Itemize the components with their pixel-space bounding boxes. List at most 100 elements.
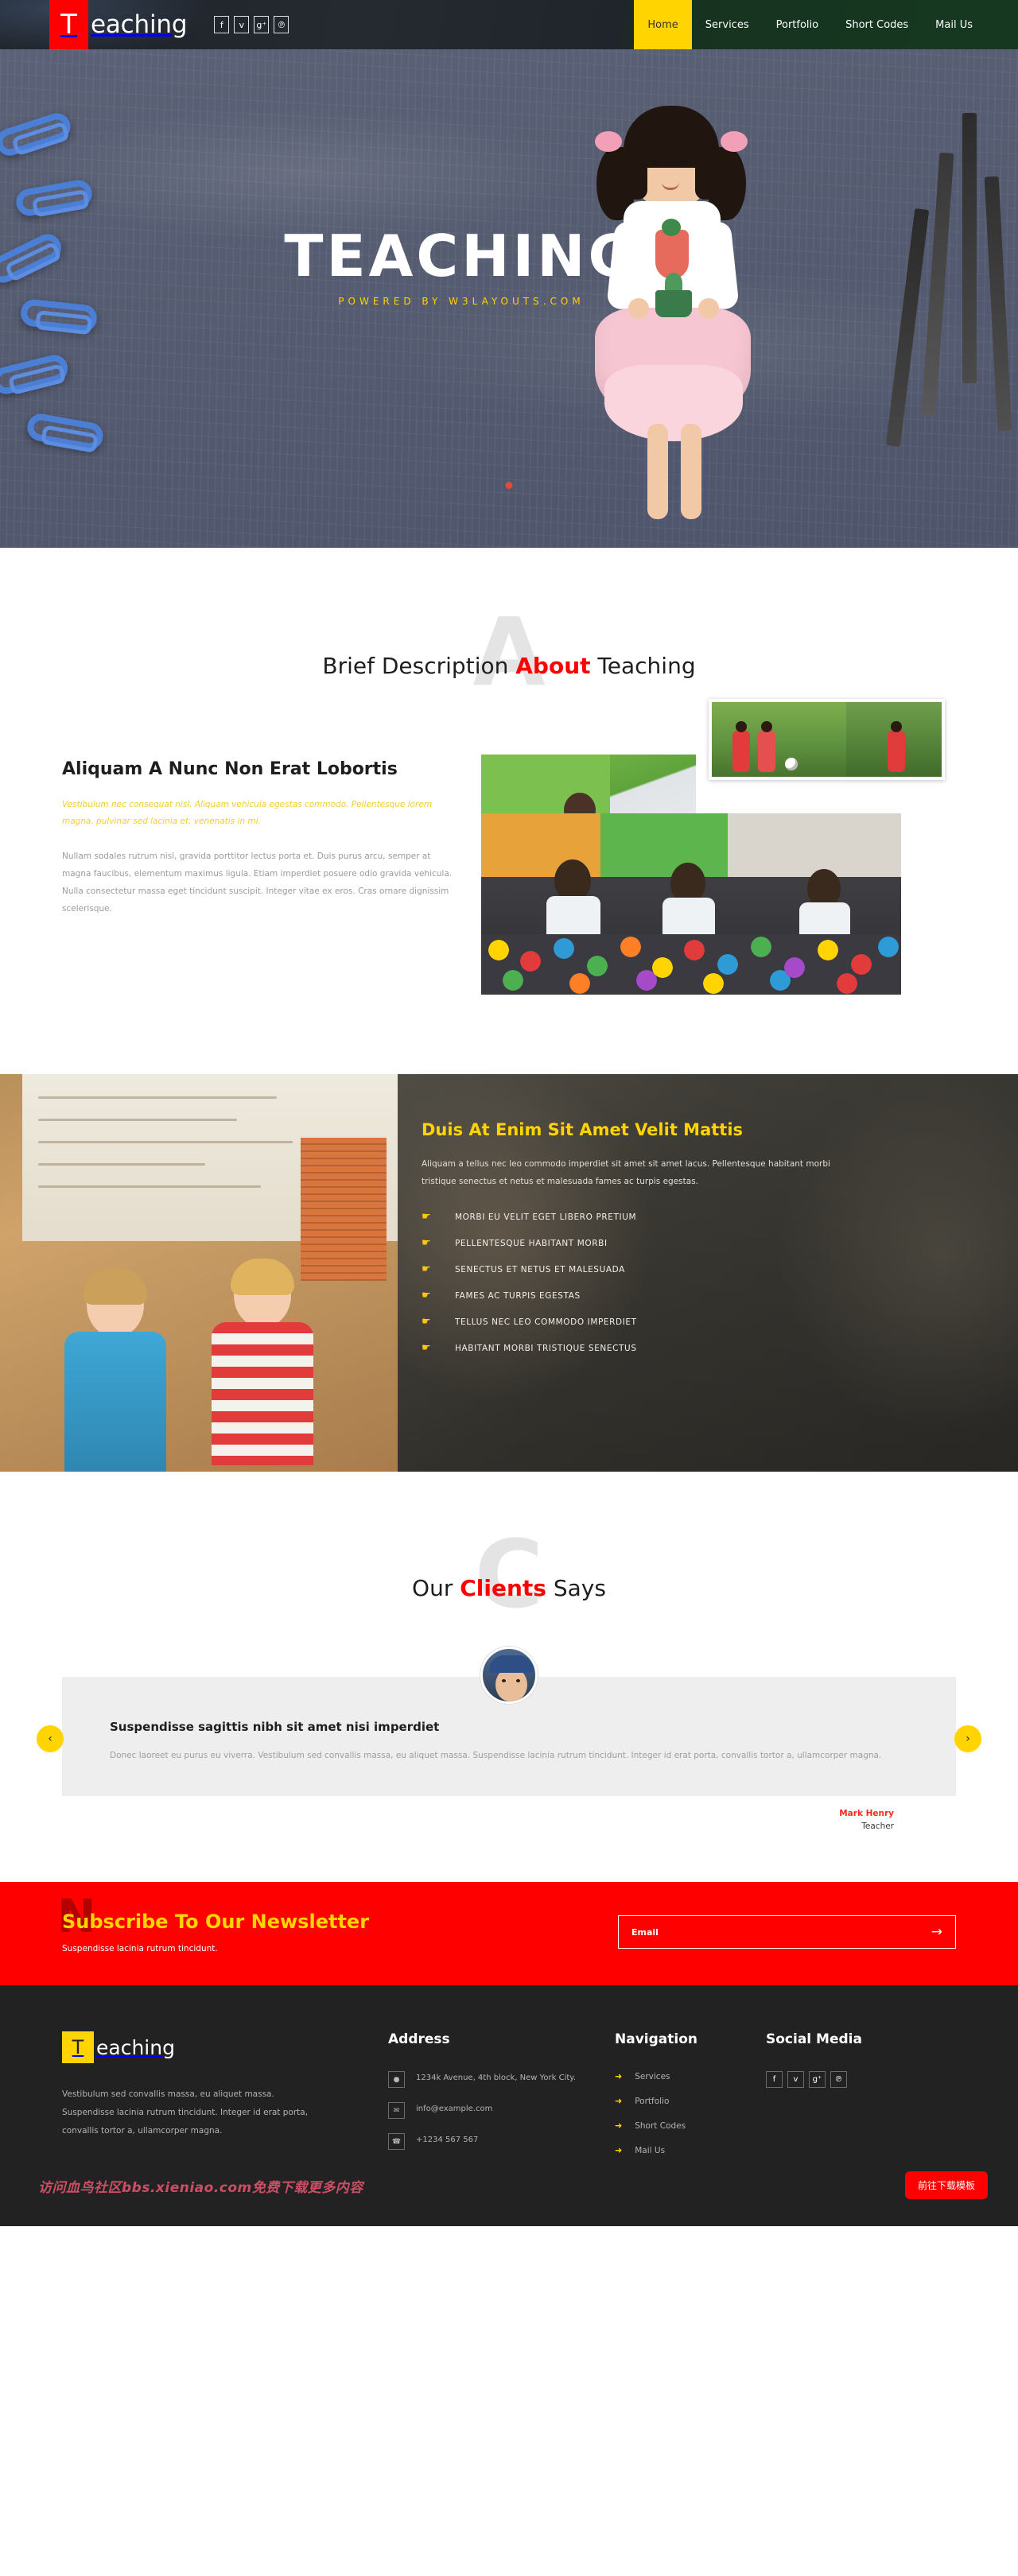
list-item-label: PELLENTESQUE HABITANT MORBI: [455, 1238, 608, 1248]
list-item[interactable]: ☛ MORBI EU VELIT EGET LIBERO PRETIUM: [422, 1211, 970, 1223]
testimonial-author-name: Mark Henry: [839, 1809, 894, 1819]
newsletter-submit-button[interactable]: →: [931, 1925, 942, 1939]
arrow-right-icon: ➜: [615, 2096, 623, 2107]
list-item[interactable]: ➜ Mail Us: [615, 2145, 766, 2155]
about-section-title: Brief Description About Teaching: [0, 616, 1018, 679]
band-text-area: Duis At Enim Sit Amet Velit Mattis Aliqu…: [398, 1074, 1018, 1472]
clients-title-post: Says: [546, 1575, 606, 1601]
nav-item-short-codes[interactable]: Short Codes: [832, 0, 922, 49]
footer-logo[interactable]: T eaching: [62, 2031, 388, 2064]
site-footer: T eaching Vestibulum sed convallis massa…: [0, 1985, 1018, 2227]
list-item[interactable]: ☛ PELLENTESQUE HABITANT MORBI: [422, 1237, 970, 1249]
arrow-right-icon: ➜: [615, 2120, 623, 2132]
avatar: [480, 1647, 538, 1704]
nav-item-services[interactable]: Services: [692, 0, 763, 49]
list-item[interactable]: ☛ TELLUS NEC LEO COMMODO IMPERDIET: [422, 1316, 970, 1328]
pointing-hand-icon: ☛: [422, 1316, 432, 1329]
footer-nav-link[interactable]: Portfolio: [635, 2097, 669, 2106]
nav-item-home[interactable]: Home: [634, 0, 692, 49]
about-heading: Aliquam A Nunc Non Erat Lobortis: [62, 759, 398, 779]
clients-section-title: Our Clients Says: [0, 1538, 1018, 1601]
testimonial-author-role: Teacher: [861, 1821, 894, 1832]
footer-address-column: Address ● 1234k Avenue, 4th block, New Y…: [388, 2031, 615, 2170]
about-image-collage: [481, 699, 956, 1074]
list-item[interactable]: ☛ SENECTUS ET NETUS ET MALESUADA: [422, 1263, 970, 1275]
footer-logo-initial: T: [62, 2031, 94, 2064]
about-heading-block: A Brief Description About Teaching: [0, 605, 1018, 704]
phone-icon: ☎: [388, 2133, 405, 2151]
clients-title-highlight: Clients: [460, 1575, 546, 1601]
download-template-button[interactable]: 前往下载模板: [904, 2171, 988, 2200]
testimonial-next-button[interactable]: ›: [954, 1725, 981, 1753]
band-heading: Duis At Enim Sit Amet Velit Mattis: [422, 1120, 744, 1139]
google-plus-icon[interactable]: g⁺: [254, 16, 270, 33]
pointing-hand-icon: ☛: [422, 1263, 432, 1276]
logo-initial: T: [49, 0, 88, 49]
list-item[interactable]: ☛ HABITANT MORBI TRISTIQUE SENECTUS: [422, 1342, 970, 1354]
testimonial-author: Mark Henry Teacher: [62, 1796, 956, 1831]
hero-banner: TEACHING POWERED BY W3LAYOUTS.COM: [0, 49, 1018, 548]
footer-nav-link[interactable]: Short Codes: [635, 2121, 686, 2131]
footer-nav-heading: Navigation: [615, 2031, 697, 2048]
features-band: Duis At Enim Sit Amet Velit Mattis Aliqu…: [0, 1074, 1018, 1472]
header-social-links: f ᴠ g⁺ ℗: [214, 16, 289, 33]
band-child-left: [56, 1268, 175, 1472]
band-classroom-photo: [0, 1074, 398, 1472]
pointing-hand-icon: ☛: [422, 1290, 432, 1302]
pointing-hand-icon: ☛: [422, 1237, 432, 1250]
site-watermark: 访问血鸟社区bbs.xieniao.com免费下载更多内容: [38, 2180, 363, 2197]
twitter-icon[interactable]: ᴠ: [787, 2071, 804, 2089]
about-yellow-text: Vestibulum nec consequat nisl. Aliquam v…: [62, 800, 433, 826]
footer-nav-link[interactable]: Mail Us: [635, 2146, 665, 2155]
footer-description: Vestibulum sed convallis massa, eu aliqu…: [62, 2089, 309, 2136]
testimonial-heading: Suspendisse sagittis nibh sit amet nisi …: [110, 1720, 440, 1734]
window-blinds: [301, 1138, 387, 1281]
envelope-icon: ✉: [388, 2102, 405, 2120]
pointing-hand-icon: ☛: [422, 1342, 432, 1355]
testimonials-section: C Our Clients Says ‹ › Suspendisse sagit…: [0, 1472, 1018, 1883]
band-paragraph: Aliquam a tellus nec leo commodo imperdi…: [422, 1159, 830, 1187]
nav-item-portfolio[interactable]: Portfolio: [763, 0, 832, 49]
pinterest-icon[interactable]: ℗: [830, 2071, 847, 2089]
email-field[interactable]: [631, 1926, 931, 1938]
twitter-icon[interactable]: ᴠ: [234, 16, 250, 33]
nav-item-mail-us[interactable]: Mail Us: [922, 0, 986, 49]
newsletter-subtext: Suspendisse lacinia rutrum tincidunt.: [62, 1944, 218, 1954]
band-child-right: [199, 1259, 326, 1472]
google-plus-icon[interactable]: g⁺: [809, 2071, 826, 2089]
footer-phone-text: +1234 567 567: [416, 2136, 479, 2145]
facebook-icon[interactable]: f: [766, 2071, 783, 2089]
pointing-hand-icon: ☛: [422, 1211, 432, 1224]
about-photo-ballpit: [481, 813, 902, 995]
newsletter-heading: Subscribe To Our Newsletter: [62, 1911, 370, 1934]
footer-address-heading: Address: [388, 2031, 450, 2048]
footer-phone-item[interactable]: ☎ +1234 567 567: [388, 2133, 615, 2151]
testimonial-prev-button[interactable]: ‹: [37, 1725, 64, 1753]
footer-social-heading: Social Media: [766, 2031, 862, 2048]
footer-address-text: 1234k Avenue, 4th block, New York City.: [416, 2074, 576, 2083]
hero-subtitle: POWERED BY W3LAYOUTS.COM: [338, 295, 585, 307]
footer-logo-text: eaching: [96, 2035, 175, 2059]
footer-navigation-column: Navigation ➜ Services ➜ Portfolio ➜ Short C…: [615, 2031, 766, 2170]
list-item-label: SENECTUS ET NETUS ET MALESUADA: [455, 1264, 625, 1274]
band-feature-list: ☛ MORBI EU VELIT EGET LIBERO PRETIUM ☛ PEL…: [422, 1211, 970, 1354]
site-logo[interactable]: T eaching: [49, 0, 188, 49]
about-body-text: Nullam sodales rutrum nisl, gravida port…: [62, 852, 453, 914]
list-item[interactable]: ➜ Services: [615, 2071, 766, 2081]
footer-nav-link[interactable]: Services: [635, 2072, 670, 2081]
pinterest-icon[interactable]: ℗: [274, 16, 289, 33]
list-item[interactable]: ☛ FAMES AC TURPIS EGESTAS: [422, 1290, 970, 1302]
newsletter-section: N Subscribe To Our Newsletter Suspendiss…: [0, 1882, 1018, 1986]
footer-email-item[interactable]: ✉ info@example.com: [388, 2102, 615, 2120]
list-item[interactable]: ➜ Short Codes: [615, 2120, 766, 2131]
facebook-icon[interactable]: f: [214, 16, 230, 33]
list-item-label: MORBI EU VELIT EGET LIBERO PRETIUM: [455, 1212, 637, 1222]
list-item[interactable]: ➜ Portfolio: [615, 2096, 766, 2106]
list-item-label: TELLUS NEC LEO COMMODO IMPERDIET: [455, 1317, 637, 1327]
footer-nav-list: ➜ Services ➜ Portfolio ➜ Short Codes ➜ Mail …: [615, 2071, 766, 2155]
footer-email-text: info@example.com: [416, 2105, 493, 2114]
main-navigation: Home Services Portfolio Short Codes Mail…: [634, 0, 986, 49]
footer-social-column: Social Media f ᴠ g⁺ ℗: [766, 2031, 956, 2170]
hero-title: TEACHING: [284, 222, 639, 289]
about-title-highlight: About: [515, 653, 591, 679]
